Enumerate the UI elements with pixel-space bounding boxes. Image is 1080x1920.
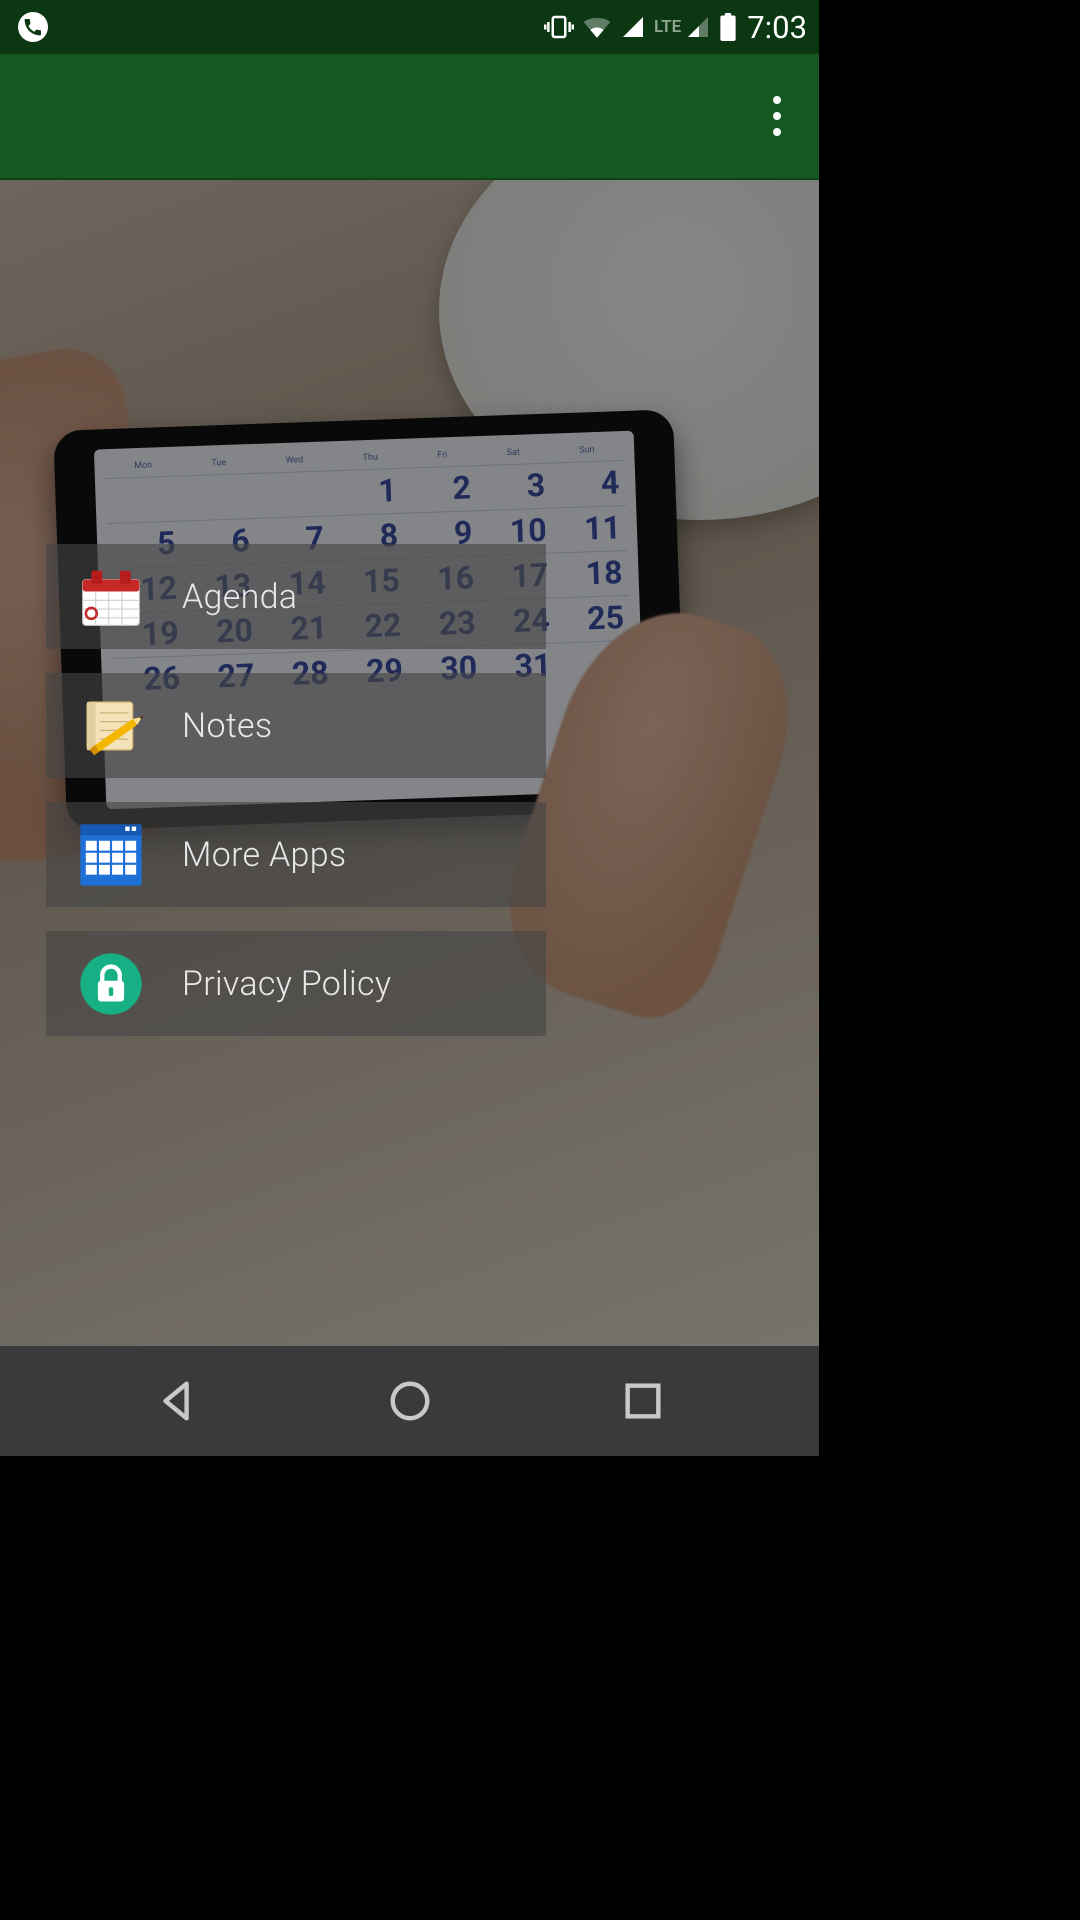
lte-label: LTE [654,17,681,37]
menu-item-label: Privacy Policy [182,964,391,1004]
phone-notification-icon [18,12,48,42]
battery-icon [719,13,737,41]
overflow-menu-button[interactable] [763,86,791,146]
navigation-bar [0,1346,819,1456]
menu-item-notes[interactable]: Notes [46,673,546,778]
apps-grid-icon [76,820,146,890]
status-clock: 7:03 [747,9,807,46]
calendar-icon [76,562,146,632]
menu-item-label: Notes [182,706,272,746]
status-left [18,12,48,42]
content-area: MonTueWedThuFriSatSun 1234 567891011 121… [0,180,819,1346]
menu-item-agenda[interactable]: Agenda [46,544,546,649]
status-icons: LTE [544,12,737,42]
signal-secondary-icon [685,15,711,39]
wifi-icon [582,15,612,39]
menu-item-label: More Apps [182,835,346,875]
status-right: LTE 7:03 [544,9,807,46]
menu-item-privacy-policy[interactable]: Privacy Policy [46,931,546,1036]
status-bar: LTE 7:03 [0,0,819,54]
back-button[interactable] [154,1378,200,1424]
main-menu: Agenda [46,544,546,1036]
recents-button[interactable] [620,1378,666,1424]
vibrate-icon [544,12,574,42]
home-button[interactable] [387,1378,433,1424]
menu-item-more-apps[interactable]: More Apps [46,802,546,907]
menu-item-label: Agenda [182,577,297,617]
app-bar [0,54,819,180]
signal-icon [620,15,646,39]
lock-icon [76,949,146,1019]
notes-icon [76,691,146,761]
